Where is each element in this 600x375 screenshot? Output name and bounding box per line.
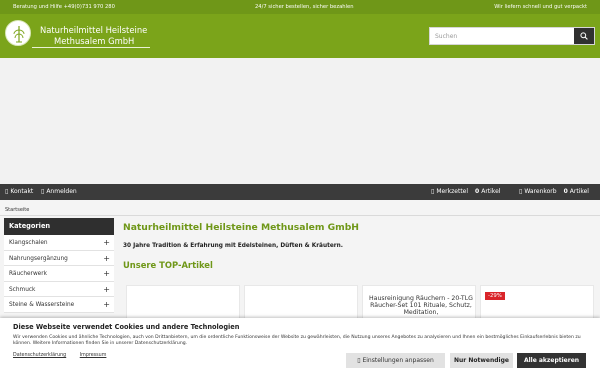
wishlist-unit: Artikel [481,188,501,195]
login-link[interactable]: ▯ Anmelden [41,188,77,195]
login-label: Anmelden [46,188,77,195]
sidebar-title: Kategorien [4,218,114,235]
heart-icon: ▯ [431,188,435,195]
sidebar-item-label: Nahrungsergänzung [9,255,68,262]
sidebar-item-steine[interactable]: Steine & Wassersteine + [4,297,114,313]
logo-tree-icon [13,26,25,43]
breadcrumb-divider [0,215,600,216]
plus-icon[interactable]: + [103,269,110,278]
sidebar-item-label: Räucherwerk [9,271,47,278]
plus-icon[interactable]: + [103,285,110,294]
brand-underline [32,47,150,48]
wishlist-count: 0 [475,188,480,195]
sidebar-item-label: Steine & Wassersteine [9,302,75,309]
page-title: Naturheilmittel Heilsteine Methusalem Gm… [123,222,359,233]
cart-link[interactable]: ▯ Warenkorb 0 Artikel [519,188,589,195]
category-sidebar: Kategorien Klangschalen + Nahrungsergänz… [4,218,114,313]
plus-icon[interactable]: + [103,238,110,247]
sidebar-item-schmuck[interactable]: Schmuck + [4,281,114,298]
hero-banner [0,58,600,184]
top-articles-heading: Unsere TOP-Artikel [123,260,213,270]
privacy-link[interactable]: Datenschutzerklärung [13,353,66,358]
wishlist-link[interactable]: ▯ Merkzettel 0 Artikel [431,188,500,195]
user-icon: ▯ [41,188,45,195]
page-subtitle: 30 Jahre Tradition & Erfahrung mit Edels… [123,243,343,249]
support-phone-text: Beratung und Hilfe +49(0)731 970 280 [13,4,115,10]
plus-icon[interactable]: + [103,300,110,309]
sidebar-item-raeucherwerk[interactable]: Räucherwerk + [4,266,114,282]
sidebar-item-label: Klangschalen [9,240,48,246]
fast-delivery-text: Wir liefern schnell und gut verpackt [494,4,587,10]
search-box [429,27,595,45]
breadcrumb: Startseite [5,207,29,213]
cookie-accept-all-button[interactable]: Alle akzeptieren [517,353,586,368]
brand-name-line2[interactable]: Methusalem GmbH [54,36,134,46]
cart-count: 0 [563,188,568,195]
cookie-title: Diese Webseite verwendet Cookies und and… [13,323,240,331]
cart-unit: Artikel [569,188,589,195]
brand-name-line1[interactable]: Naturheilmittel Heilsteine [40,25,147,35]
contact-label: Kontakt [10,188,34,195]
discount-badge: -29% [485,292,505,300]
secure-order-text: 24/7 sicher bestellen, sicher bezahlen [255,4,354,10]
product-title[interactable]: Hausreinigung Räuchern - 20-TLG Räucher-… [369,295,473,317]
search-button[interactable] [574,28,594,44]
main-content: Naturheilmittel Heilsteine Methusalem Gm… [123,218,595,270]
wishlist-label: Merkzettel [436,188,469,195]
top-info-bar: Beratung und Hilfe +49(0)731 970 280 24/… [0,0,600,14]
logo[interactable] [5,20,31,46]
sidebar-item-klangschalen[interactable]: Klangschalen + [4,235,114,251]
cart-label: Warenkorb [524,188,557,195]
contact-link[interactable]: ▯ Kontakt [5,188,33,195]
sidebar-item-nahrungsergaenzung[interactable]: Nahrungsergänzung + [4,250,114,267]
plus-icon[interactable]: + [103,254,110,263]
sidebar-item-label: Schmuck [9,286,36,293]
search-input[interactable] [430,28,574,44]
contact-icon: ▯ [5,188,9,195]
gear-icon: ▯ [357,357,361,364]
search-icon [580,32,588,40]
cookie-settings-label: Einstellungen anpassen [362,357,434,364]
cookie-settings-button[interactable]: ▯ Einstellungen anpassen [346,353,445,368]
account-navbar: ▯ Kontakt ▯ Anmelden ▯ Merkzettel 0 Arti… [0,184,600,200]
cookie-consent-banner: Diese Webseite verwendet Cookies und and… [0,318,600,375]
site-header: Naturheilmittel Heilsteine Methusalem Gm… [0,14,600,58]
cart-icon: ▯ [519,188,523,195]
imprint-link[interactable]: Impressum [80,353,107,358]
cookie-links: Datenschutzerklärung Impressum [13,353,118,358]
cookie-description: Wir verwenden Cookies und ähnliche Techn… [13,335,581,347]
cookie-necessary-button[interactable]: Nur Notwendige [450,353,513,368]
breadcrumb-home[interactable]: Startseite [5,207,29,213]
